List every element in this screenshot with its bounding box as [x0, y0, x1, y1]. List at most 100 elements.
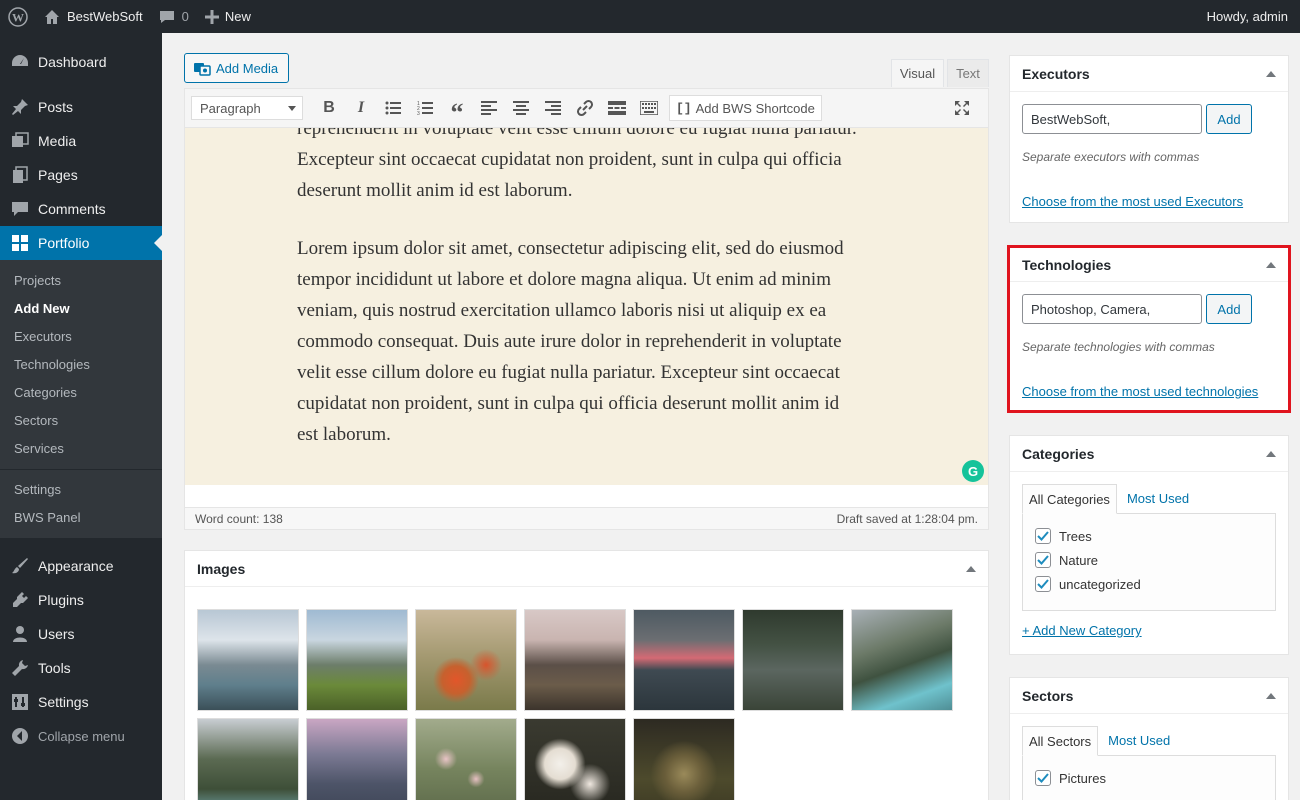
image-thumbnail[interactable]: [633, 718, 735, 800]
category-item[interactable]: Nature: [1035, 548, 1263, 572]
insert-link-button[interactable]: [569, 94, 601, 122]
sectors-box-header[interactable]: Sectors: [1010, 678, 1288, 714]
align-right-button[interactable]: [537, 94, 569, 122]
submenu-categories[interactable]: Categories: [0, 379, 162, 407]
submenu-services[interactable]: Services: [0, 435, 162, 463]
sector-item[interactable]: Pictures: [1035, 766, 1263, 790]
technologies-box-header[interactable]: Technologies: [1010, 248, 1288, 282]
image-thumbnail[interactable]: [306, 609, 408, 711]
menu-posts[interactable]: Posts: [0, 90, 162, 124]
submenu-technologies[interactable]: Technologies: [0, 351, 162, 379]
image-thumbnail[interactable]: [415, 718, 517, 800]
menu-dashboard[interactable]: Dashboard: [0, 45, 162, 79]
executors-choose-link[interactable]: Choose from the most used Executors: [1022, 194, 1276, 209]
menu-appearance[interactable]: Appearance: [0, 549, 162, 583]
submenu-projects[interactable]: Projects: [0, 267, 162, 295]
checkbox-checked-icon[interactable]: [1035, 528, 1051, 544]
svg-text:W: W: [12, 10, 24, 24]
wordpress-logo-icon[interactable]: W: [0, 0, 36, 33]
align-left-button[interactable]: [473, 94, 505, 122]
image-thumbnail[interactable]: [197, 609, 299, 711]
tab-most-used-categories[interactable]: Most Used: [1121, 484, 1195, 514]
tab-all-categories[interactable]: All Categories: [1022, 484, 1117, 514]
image-thumbnail[interactable]: [197, 718, 299, 800]
categories-box-header[interactable]: Categories: [1010, 436, 1288, 472]
add-new-category-link[interactable]: + Add New Category: [1022, 623, 1276, 638]
blockquote-button[interactable]: “: [441, 94, 473, 126]
menu-users[interactable]: Users: [0, 617, 162, 651]
menu-pages[interactable]: Pages: [0, 158, 162, 192]
checkbox-checked-icon[interactable]: [1035, 770, 1051, 786]
tab-most-used-sectors[interactable]: Most Used: [1102, 726, 1176, 756]
paragraph-format-select[interactable]: Paragraph: [191, 96, 303, 120]
technologies-add-button[interactable]: Add: [1206, 294, 1252, 324]
menu-media[interactable]: Media: [0, 124, 162, 158]
technologies-title: Technologies: [1022, 256, 1112, 273]
menu-tools[interactable]: Tools: [0, 651, 162, 685]
collapse-toggle-icon[interactable]: [1266, 261, 1276, 268]
dropdown-arrow-icon: [288, 105, 296, 111]
bws-shortcode-label: Add BWS Shortcode: [695, 100, 815, 116]
executors-box-header[interactable]: Executors: [1010, 56, 1288, 92]
numbered-list-button[interactable]: 123: [409, 94, 441, 122]
menu-plugins[interactable]: Plugins: [0, 583, 162, 617]
bullet-list-button[interactable]: [377, 94, 409, 122]
image-thumbnail[interactable]: [306, 718, 408, 800]
menu-comments[interactable]: Comments: [0, 192, 162, 226]
executors-hint: Separate executors with commas: [1022, 150, 1200, 164]
technologies-input[interactable]: Photoshop, Camera,: [1022, 294, 1202, 324]
dashboard-icon: [10, 52, 30, 72]
submenu-bws-panel[interactable]: BWS Panel: [0, 504, 162, 532]
image-thumbnail[interactable]: [415, 609, 517, 711]
collapse-menu-button[interactable]: Collapse menu: [0, 719, 162, 753]
images-metabox: Images: [184, 550, 989, 800]
executors-add-button[interactable]: Add: [1206, 104, 1252, 134]
collapse-toggle-icon[interactable]: [1266, 692, 1276, 699]
image-thumbnail[interactable]: [633, 609, 735, 711]
image-thumbnail[interactable]: [742, 609, 844, 711]
collapse-toggle-icon[interactable]: [1266, 450, 1276, 457]
image-thumbnail[interactable]: [851, 609, 953, 711]
submenu-sectors[interactable]: Sectors: [0, 407, 162, 435]
add-media-button[interactable]: Add Media: [184, 53, 289, 83]
italic-button[interactable]: I: [345, 94, 377, 122]
executors-input[interactable]: BestWebSoft,: [1022, 104, 1202, 134]
menu-portfolio[interactable]: Portfolio: [0, 226, 162, 260]
toolbar-toggle-button[interactable]: [633, 94, 665, 122]
submenu-add-new[interactable]: Add New: [0, 295, 162, 323]
fullscreen-icon: [955, 101, 969, 115]
comments-link[interactable]: 0: [151, 0, 197, 33]
read-more-button[interactable]: [601, 94, 633, 122]
image-thumbnail[interactable]: [524, 609, 626, 711]
add-bws-shortcode-button[interactable]: [] Add BWS Shortcode: [669, 95, 822, 121]
new-content-link[interactable]: New: [197, 0, 259, 33]
account-menu[interactable]: Howdy, admin: [1199, 0, 1300, 33]
technologies-choose-link[interactable]: Choose from the most used technologies: [1022, 384, 1276, 399]
bold-button[interactable]: B: [313, 94, 345, 122]
checkbox-checked-icon[interactable]: [1035, 576, 1051, 592]
editor-content-area[interactable]: reprehenderit in voluptate velit esse ci…: [184, 128, 989, 485]
submenu-settings[interactable]: Settings: [0, 476, 162, 504]
align-center-button[interactable]: [505, 94, 537, 122]
format-value: Paragraph: [200, 100, 261, 116]
category-item[interactable]: uncategorized: [1035, 572, 1263, 596]
menu-label: Users: [38, 626, 75, 642]
tab-visual[interactable]: Visual: [891, 59, 944, 87]
images-box-header[interactable]: Images: [185, 551, 988, 587]
collapse-toggle-icon[interactable]: [966, 565, 976, 572]
fullscreen-button[interactable]: [946, 94, 978, 122]
menu-settings[interactable]: Settings: [0, 685, 162, 719]
menu-label: Appearance: [38, 558, 114, 574]
submenu-executors[interactable]: Executors: [0, 323, 162, 351]
collapse-toggle-icon[interactable]: [1266, 70, 1276, 77]
tab-text[interactable]: Text: [947, 59, 989, 87]
category-item[interactable]: Trees: [1035, 524, 1263, 548]
grammarly-icon[interactable]: G: [962, 460, 984, 482]
draft-saved-status: Draft saved at 1:28:04 pm.: [836, 511, 978, 526]
site-name-link[interactable]: BestWebSoft: [36, 0, 151, 33]
pin-icon: [10, 97, 30, 117]
image-thumbnail[interactable]: [524, 718, 626, 800]
tab-all-sectors[interactable]: All Sectors: [1022, 726, 1099, 756]
new-label: New: [224, 9, 251, 24]
checkbox-checked-icon[interactable]: [1035, 552, 1051, 568]
